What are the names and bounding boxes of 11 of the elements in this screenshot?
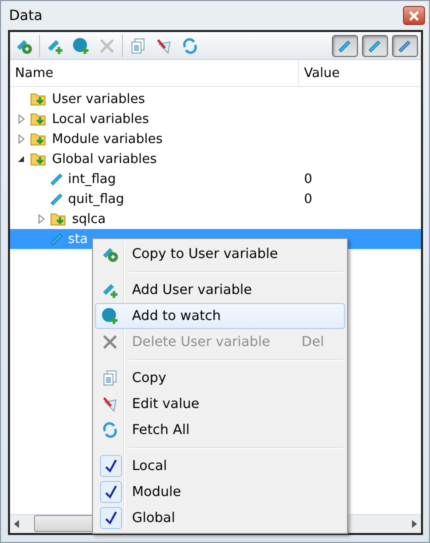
variable-name: sta: [68, 232, 88, 246]
variable-name: int_flag: [68, 172, 116, 186]
variable-name: sqlca: [72, 212, 106, 226]
variable-name: User variables: [52, 92, 145, 106]
variable-value: 0: [303, 172, 314, 186]
variable-name: quit_flag: [68, 192, 124, 206]
variable-name: Global variables: [52, 152, 157, 166]
variable-name: Module variables: [52, 132, 163, 146]
window-title: Data: [9, 8, 42, 24]
variable-value: 0: [303, 192, 314, 206]
variable-name: Local variables: [52, 112, 150, 126]
